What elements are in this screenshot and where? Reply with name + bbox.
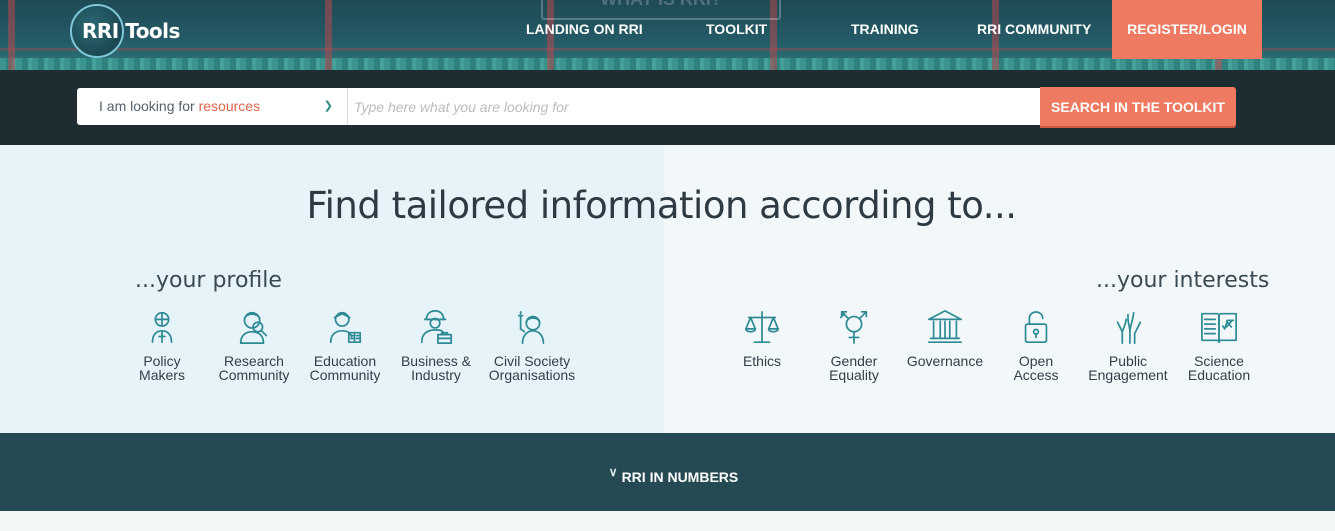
open-lock-icon: [1024, 311, 1048, 344]
category-label: Ethics: [742, 353, 782, 369]
category-label: Business & Industry: [400, 353, 472, 383]
book-icon: [1201, 312, 1237, 344]
civil-society-icon: [517, 310, 545, 345]
chevron-down-icon: ∨: [608, 465, 618, 479]
profile-policy-makers[interactable]: Policy Makers: [114, 308, 210, 382]
site-header: WHAT IS RRI? RRI Tools LANDING ON RRI TO…: [0, 0, 1335, 70]
research-community-icon: [239, 311, 268, 345]
scales-icon: [744, 310, 780, 344]
category-label: Gender Equality: [829, 353, 879, 383]
profile-civil-society[interactable]: Civil Society Organisations: [484, 308, 580, 382]
category-label: Education Community: [309, 353, 381, 383]
gender-icon: [839, 310, 868, 345]
page-bottom-strip: [0, 511, 1335, 531]
category-label: Public Engagement: [1088, 353, 1168, 383]
interest-science-education[interactable]: Science Education: [1171, 308, 1267, 382]
select-value: resources: [198, 98, 261, 114]
profile-research-community[interactable]: Research Community: [206, 308, 302, 382]
category-label: Governance: [906, 353, 984, 369]
interest-gender-equality[interactable]: Gender Equality: [806, 308, 902, 382]
profile-education-community[interactable]: Education Community: [297, 308, 393, 382]
building-icon: [927, 309, 963, 344]
rri-in-numbers-label: RRI IN NUMBERS: [621, 469, 739, 485]
interest-open-access[interactable]: Open Access: [988, 308, 1084, 382]
select-prefix: I am looking for: [99, 98, 195, 114]
business-industry-icon: [420, 309, 453, 345]
rri-in-numbers-toggle[interactable]: ∨ RRI IN NUMBERS: [609, 465, 739, 485]
nav-training[interactable]: TRAINING: [851, 0, 919, 59]
search-input[interactable]: [348, 88, 1040, 125]
interests-heading: ...your interests: [1096, 268, 1270, 293]
logo-text: RRI Tools: [82, 19, 180, 43]
rri-tools-logo[interactable]: RRI Tools: [70, 0, 180, 60]
profile-heading: ...your profile: [135, 268, 282, 293]
category-label: Open Access: [1013, 353, 1059, 383]
profile-business-industry[interactable]: Business & Industry: [388, 308, 484, 382]
header-decor-line: [325, 0, 332, 70]
raised-hands-icon: [1116, 311, 1142, 345]
interest-public-engagement[interactable]: Public Engagement: [1080, 308, 1176, 382]
category-label: Research Community: [218, 353, 290, 383]
category-label: Civil Society Organisations: [488, 353, 576, 383]
header-decor-line: [8, 0, 15, 70]
chevron-down-icon: ❯: [323, 100, 333, 112]
interest-governance[interactable]: Governance: [897, 308, 993, 368]
header-stripe: [0, 58, 1335, 70]
register-login-button[interactable]: REGISTER/LOGIN: [1112, 0, 1262, 59]
search-toolkit-button[interactable]: SEARCH IN THE TOOLKIT: [1040, 87, 1236, 126]
category-label: Science Education: [1187, 353, 1251, 383]
nav-rri-community[interactable]: RRI COMMUNITY: [977, 0, 1091, 59]
nav-landing-on-rri[interactable]: LANDING ON RRI: [526, 0, 643, 59]
page-title: Find tailored information according to..…: [306, 184, 1017, 227]
education-community-icon: [329, 311, 362, 344]
resource-type-select[interactable]: I am looking for resources ❯: [77, 88, 348, 125]
policy-makers-icon: [151, 311, 173, 344]
interest-ethics[interactable]: Ethics: [714, 308, 810, 368]
nav-toolkit[interactable]: TOOLKIT: [706, 0, 767, 59]
rri-in-numbers-band[interactable]: ∨ RRI IN NUMBERS: [0, 433, 1335, 511]
category-label: Policy Makers: [139, 353, 185, 383]
